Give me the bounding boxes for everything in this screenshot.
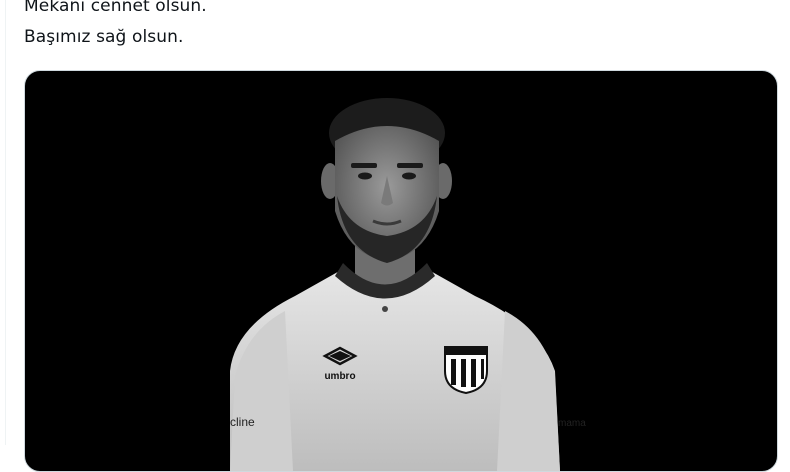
svg-text:umbro: umbro xyxy=(324,371,355,382)
tweet-media-photo[interactable]: umbro cline mama xyxy=(24,70,778,472)
sponsor-left-text: cline xyxy=(230,415,255,429)
tweet-text: Mekanı cennet olsun. Başımız sağ olsun. xyxy=(24,0,207,53)
collar-button xyxy=(382,306,388,312)
player-portrait: umbro cline mama xyxy=(230,98,586,471)
club-crest-icon xyxy=(444,346,488,395)
timeline-border xyxy=(5,0,6,445)
sponsor-right-text: mama xyxy=(558,418,586,429)
tweet-line-2: Başımız sağ olsun. xyxy=(24,27,184,47)
tweet-line-1: Mekanı cennet olsun. xyxy=(24,0,207,16)
